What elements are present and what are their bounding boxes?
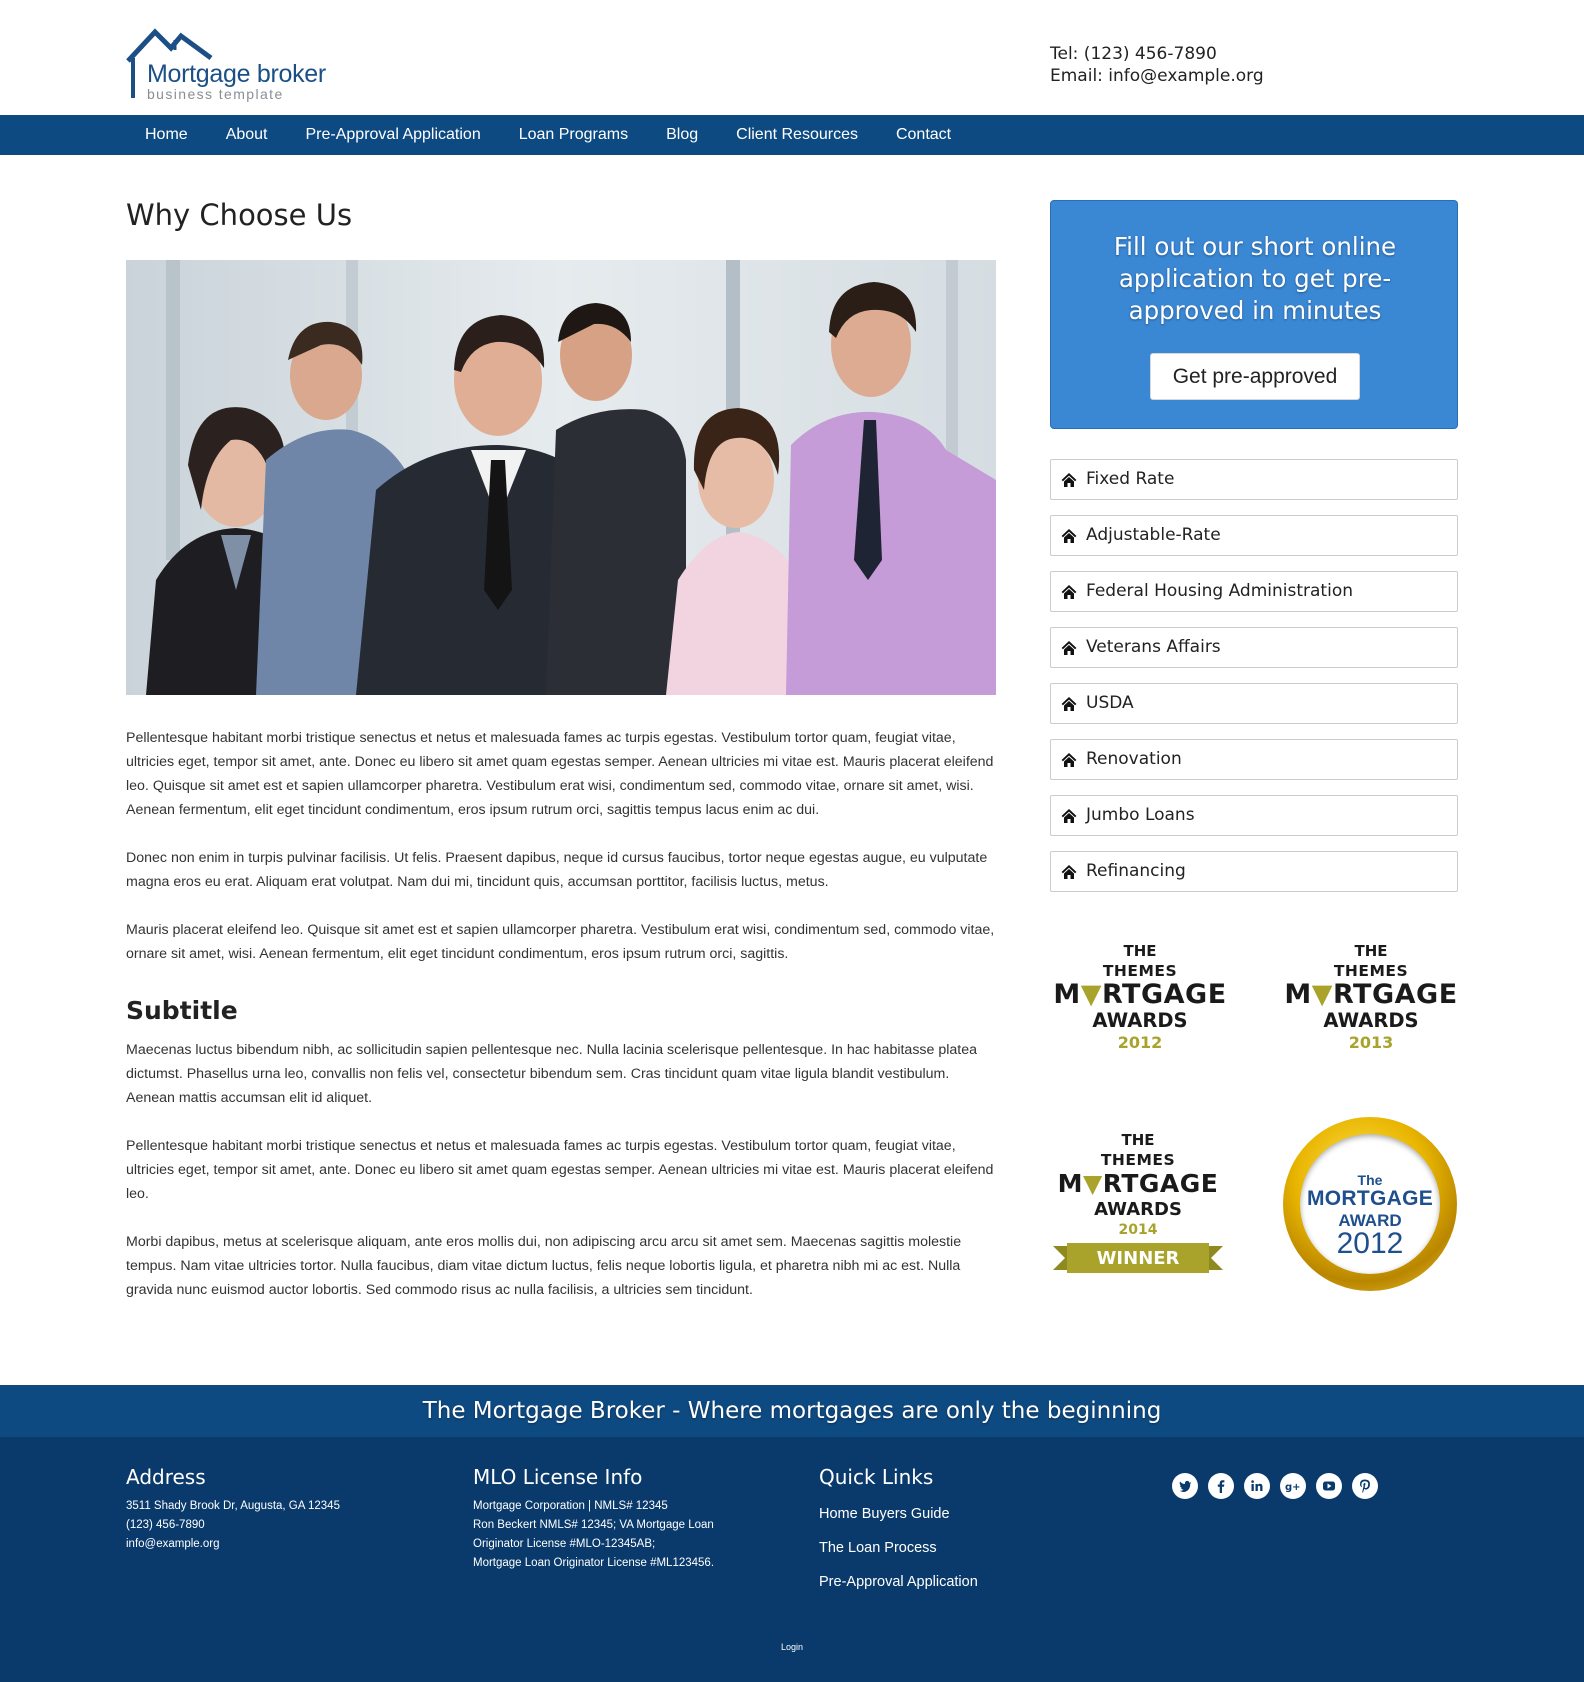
body-paragraph: Pellentesque habitant morbi tristique se… <box>126 730 994 818</box>
nav-about[interactable]: About <box>207 115 287 155</box>
pre-approval-cta: Fill out our short online application to… <box>1050 200 1458 429</box>
quick-link-pre-approval[interactable]: Pre-Approval Application <box>819 1565 978 1599</box>
home-icon <box>1061 865 1077 879</box>
nav-contact[interactable]: Contact <box>877 115 970 155</box>
program-veterans-affairs[interactable]: Veterans Affairs <box>1050 627 1458 668</box>
facebook-icon[interactable] <box>1208 1473 1234 1499</box>
site-logo[interactable]: Mortgage broker business template <box>125 28 345 102</box>
home-icon <box>1061 697 1077 711</box>
program-label: Fixed Rate <box>1086 469 1175 489</box>
body-paragraph: Mauris placerat eleifend leo. Quisque si… <box>126 922 995 962</box>
body-paragraph: Morbi dapibus, metus at scelerisque aliq… <box>126 1234 962 1298</box>
quick-link-loan-process[interactable]: The Loan Process <box>819 1531 978 1565</box>
program-refinancing[interactable]: Refinancing <box>1050 851 1458 892</box>
program-label: Veterans Affairs <box>1086 637 1221 657</box>
gold-award-seal: The MORTGAGE AWARD 2012 <box>1283 1117 1457 1291</box>
footer-tagline: The Mortgage Broker - Where mortgages ar… <box>0 1385 1584 1437</box>
google-plus-icon[interactable]: g+ <box>1280 1473 1306 1499</box>
winner-label: WINNER <box>1096 1248 1180 1269</box>
program-usda[interactable]: USDA <box>1050 683 1458 724</box>
home-icon <box>1061 473 1077 487</box>
award-badge-2014-winner: THE THEMES M▼RTGAGE AWARDS 2014 WINNER <box>1048 1131 1228 1275</box>
quick-link-home-buyers-guide[interactable]: Home Buyers Guide <box>819 1497 978 1531</box>
program-label: Adjustable-Rate <box>1086 525 1221 545</box>
site-footer: Address 3511 Shady Brook Dr, Augusta, GA… <box>0 1437 1584 1682</box>
home-icon <box>1061 585 1077 599</box>
body-paragraph: Donec non enim in turpis pulvinar facili… <box>126 850 988 890</box>
logo-tagline: business template <box>147 86 284 102</box>
program-label: USDA <box>1086 693 1134 713</box>
pinterest-icon[interactable] <box>1352 1473 1378 1499</box>
nav-blog[interactable]: Blog <box>647 115 717 155</box>
header-email[interactable]: Email: info@example.org <box>1050 65 1264 87</box>
login-link[interactable]: Login <box>0 1642 1584 1652</box>
cta-text: Fill out our short online application to… <box>1113 232 1397 325</box>
main-nav: Home About Pre-Approval Application Loan… <box>0 115 1584 155</box>
program-adjustable-rate[interactable]: Adjustable-Rate <box>1050 515 1458 556</box>
home-icon <box>1061 753 1077 767</box>
footer-address: Address 3511 Shady Brook Dr, Augusta, GA… <box>126 1465 340 1550</box>
logo-name: Mortgage broker <box>147 60 326 88</box>
home-icon <box>1061 641 1077 655</box>
award-badge-2013: THE THEMES M▼RTGAGE AWARDS 2013 <box>1284 942 1458 1052</box>
trophy-icon: ▼ <box>1083 1169 1103 1198</box>
youtube-icon[interactable] <box>1316 1473 1342 1499</box>
nav-client-resources[interactable]: Client Resources <box>717 115 877 155</box>
program-jumbo-loans[interactable]: Jumbo Loans <box>1050 795 1458 836</box>
nav-home[interactable]: Home <box>126 115 207 155</box>
home-icon <box>1061 529 1077 543</box>
award-badge-2012: THE THEMES M▼RTGAGE AWARDS 2012 <box>1053 942 1227 1052</box>
svg-text:g+: g+ <box>1285 1482 1301 1493</box>
social-links: g+ <box>1172 1473 1388 1499</box>
home-icon <box>1061 809 1077 823</box>
section-subtitle: Subtitle <box>126 996 238 1025</box>
team-photo <box>126 260 996 695</box>
program-label: Federal Housing Administration <box>1086 581 1353 601</box>
get-pre-approved-button[interactable]: Get pre-approved <box>1150 353 1360 400</box>
header-phone: Tel: (123) 456-7890 <box>1050 44 1217 64</box>
footer-heading: MLO License Info <box>473 1465 643 1489</box>
footer-heading: Address <box>126 1465 206 1489</box>
linkedin-icon[interactable] <box>1244 1473 1270 1499</box>
program-fixed-rate[interactable]: Fixed Rate <box>1050 459 1458 500</box>
program-fha[interactable]: Federal Housing Administration <box>1050 571 1458 612</box>
nav-loan-programs[interactable]: Loan Programs <box>500 115 647 155</box>
program-label: Renovation <box>1086 749 1182 769</box>
program-label: Jumbo Loans <box>1086 805 1195 825</box>
program-label: Refinancing <box>1086 861 1186 881</box>
twitter-icon[interactable] <box>1172 1473 1198 1499</box>
trophy-icon: ▼ <box>1080 979 1102 1010</box>
program-renovation[interactable]: Renovation <box>1050 739 1458 780</box>
page-title: Why Choose Us <box>126 198 353 232</box>
footer-license: MLO License Info Mortgage Corporation | … <box>473 1465 715 1569</box>
footer-quick-links: Quick Links Home Buyers Guide The Loan P… <box>819 1465 978 1599</box>
body-paragraph: Maecenas luctus bibendum nibh, ac sollic… <box>126 1042 978 1106</box>
header-contact: Tel: (123) 456-7890 Email: info@example.… <box>1050 43 1264 87</box>
site-header: Mortgage broker business template Tel: (… <box>0 0 1584 115</box>
footer-heading: Quick Links <box>819 1465 934 1489</box>
trophy-icon: ▼ <box>1311 979 1333 1010</box>
nav-pre-approval[interactable]: Pre-Approval Application <box>287 115 500 155</box>
body-paragraph: Pellentesque habitant morbi tristique se… <box>126 1138 994 1202</box>
